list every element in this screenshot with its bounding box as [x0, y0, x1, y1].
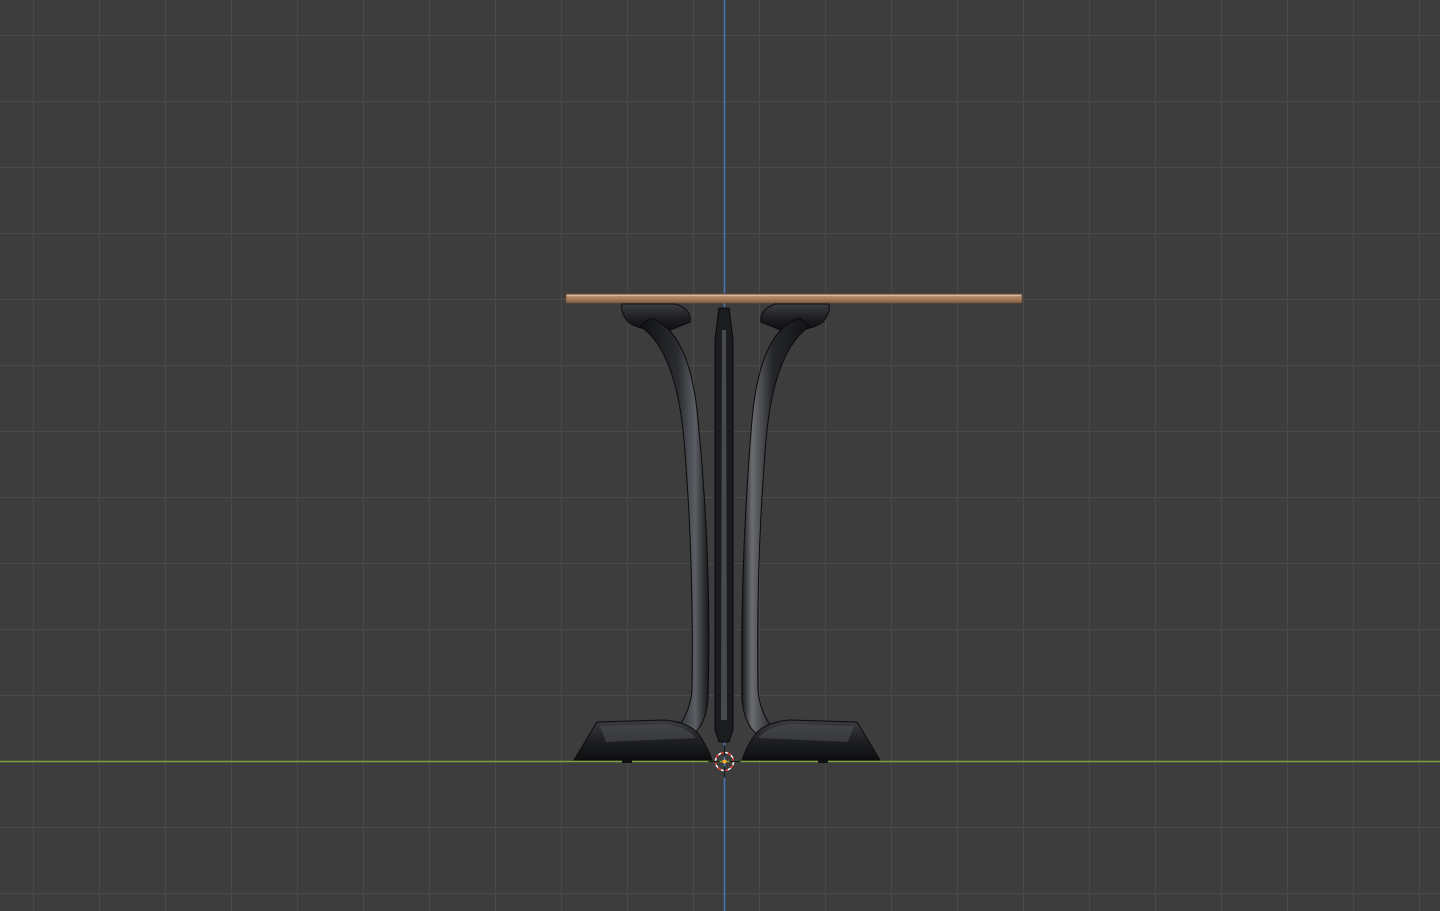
table-base[interactable] [573, 303, 881, 763]
viewport-canvas[interactable] [0, 0, 1440, 911]
3d-cursor-icon[interactable] [708, 745, 741, 778]
table-top[interactable] [565, 293, 1023, 304]
left-leg [639, 317, 710, 743]
right-leg [741, 317, 811, 743]
3d-viewport[interactable] [0, 0, 1440, 911]
left-glide [622, 760, 632, 763]
right-glide [818, 760, 828, 763]
center-post-highlight [721, 330, 727, 720]
